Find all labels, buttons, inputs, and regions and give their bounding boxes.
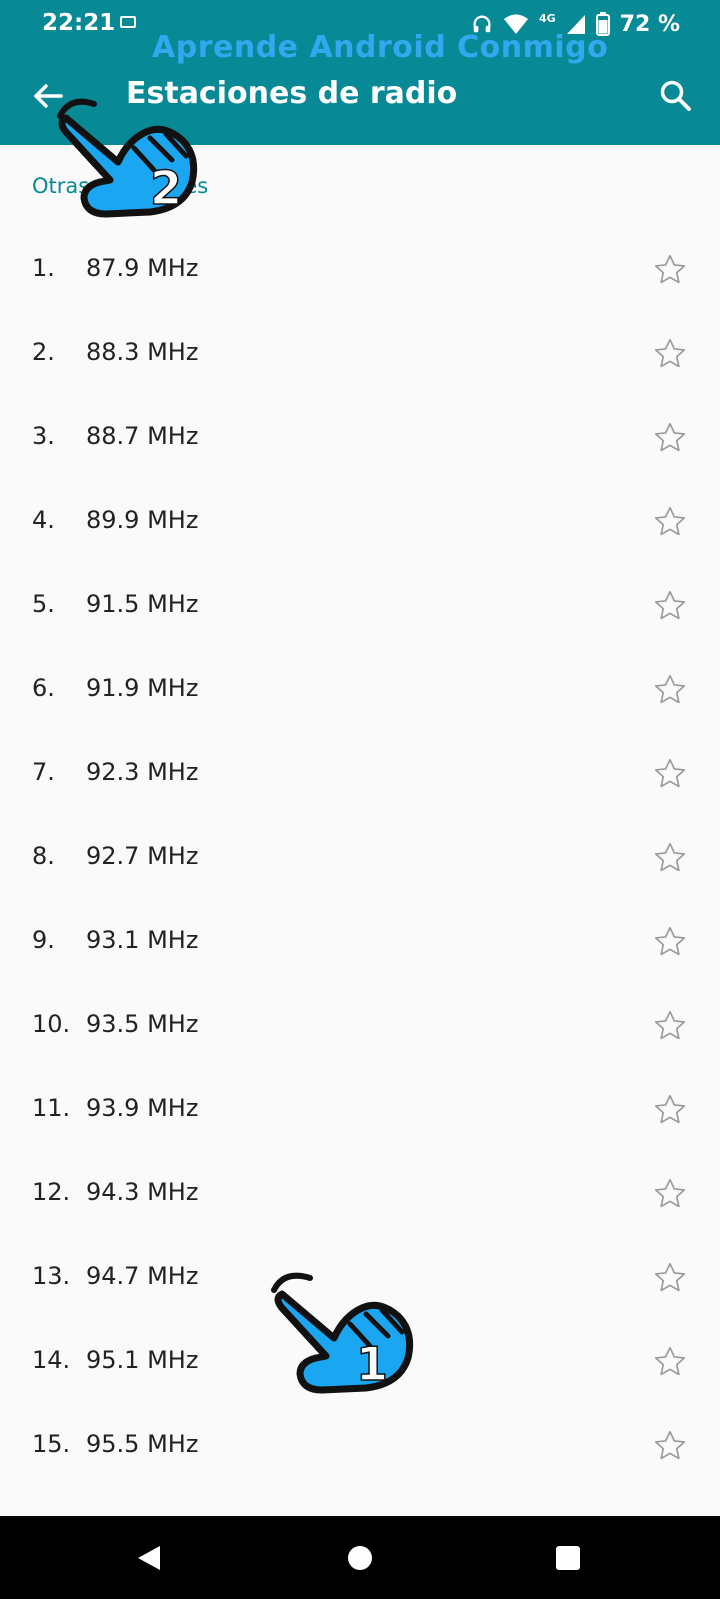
station-row[interactable]: 11. 93.9 MHz [0,1072,720,1156]
station-frequency: 88.7 MHz [86,422,199,450]
station-row[interactable]: 15. 95.5 MHz [0,1408,720,1492]
station-index: 8. [32,842,55,870]
star-outline-icon [654,842,686,872]
station-frequency: 88.3 MHz [86,338,199,366]
station-frequency: 94.3 MHz [86,1178,199,1206]
star-outline-icon [654,1262,686,1292]
station-frequency: 95.5 MHz [86,1430,199,1458]
system-nav-bar [0,1516,720,1599]
favorite-star-button[interactable] [652,1092,688,1128]
station-index: 9. [32,926,55,954]
triangle-back-icon [138,1546,160,1570]
star-outline-icon [654,506,686,536]
favorite-star-button[interactable] [652,1344,688,1380]
station-row[interactable]: 2. 88.3 MHz [0,316,720,400]
station-index: 7. [32,758,55,786]
station-index: 15. [32,1430,71,1458]
station-frequency: 91.9 MHz [86,674,199,702]
station-row[interactable]: 4. 89.9 MHz [0,484,720,568]
favorite-star-button[interactable] [652,1260,688,1296]
favorite-star-button[interactable] [652,840,688,876]
station-index: 12. [32,1178,71,1206]
station-frequency: 93.9 MHz [86,1094,199,1122]
favorite-star-button[interactable] [652,336,688,372]
favorite-star-button[interactable] [652,1008,688,1044]
network-type: 4G [538,11,556,25]
favorite-star-button[interactable] [652,252,688,288]
pointing-hand-annotation-1: 1 [266,1268,426,1413]
station-row[interactable]: 12. 94.3 MHz [0,1156,720,1240]
hand-2-label: 2 [150,161,182,215]
star-outline-icon [654,590,686,620]
station-row[interactable]: 7. 92.3 MHz [0,736,720,820]
star-outline-icon [654,1094,686,1124]
nav-recents-button[interactable] [548,1538,588,1578]
search-button[interactable] [656,76,696,116]
station-frequency: 93.1 MHz [86,926,199,954]
sim-card-icon [120,16,136,28]
star-outline-icon [654,926,686,956]
station-index: 3. [32,422,55,450]
search-icon [660,80,691,111]
watermark-text: Aprende Android Conmigo [152,30,609,65]
station-row[interactable]: 1. 87.9 MHz [0,232,720,316]
station-row[interactable]: 6. 91.9 MHz [0,652,720,736]
star-outline-icon [654,674,686,704]
station-frequency: 92.3 MHz [86,758,199,786]
station-index: 10. [32,1010,71,1038]
circle-home-icon [348,1546,372,1570]
star-outline-icon [654,1430,686,1460]
station-frequency: 89.9 MHz [86,506,199,534]
square-recents-icon [556,1546,580,1570]
status-time: 22:21 [42,10,116,36]
favorite-star-button[interactable] [652,504,688,540]
favorite-star-button[interactable] [652,924,688,960]
star-outline-icon [654,758,686,788]
favorite-star-button[interactable] [652,420,688,456]
station-row[interactable]: 3. 88.7 MHz [0,400,720,484]
station-frequency: 91.5 MHz [86,590,199,618]
star-outline-icon [654,1010,686,1040]
station-frequency: 92.7 MHz [86,842,199,870]
favorite-star-button[interactable] [652,588,688,624]
star-outline-icon [654,338,686,368]
station-row[interactable]: 10. 93.5 MHz [0,988,720,1072]
station-index: 5. [32,590,55,618]
station-index: 1. [32,254,55,282]
favorite-star-button[interactable] [652,1176,688,1212]
star-outline-icon [654,422,686,452]
station-frequency: 87.9 MHz [86,254,199,282]
station-row[interactable]: 8. 92.7 MHz [0,820,720,904]
station-frequency: 93.5 MHz [86,1010,199,1038]
hand-1-label: 1 [356,1337,388,1391]
station-row[interactable]: 5. 91.5 MHz [0,568,720,652]
station-frequency: 95.1 MHz [86,1346,199,1374]
favorite-star-button[interactable] [652,756,688,792]
nav-back-button[interactable] [130,1538,170,1578]
nav-home-button[interactable] [340,1538,380,1578]
station-index: 11. [32,1094,71,1122]
pointing-hand-icon: 1 [271,1272,414,1394]
star-outline-icon [654,254,686,284]
star-outline-icon [654,1346,686,1376]
station-index: 6. [32,674,55,702]
station-row[interactable]: 9. 93.1 MHz [0,904,720,988]
pointing-hand-annotation-2: 2 [46,90,206,235]
battery-level: 72 % [619,11,680,37]
station-index: 13. [32,1262,71,1290]
station-index: 14. [32,1346,71,1374]
pointing-hand-icon: 2 [57,98,198,218]
favorite-star-button[interactable] [652,672,688,708]
station-index: 2. [32,338,55,366]
star-outline-icon [654,1178,686,1208]
station-index: 4. [32,506,55,534]
favorite-star-button[interactable] [652,1428,688,1464]
station-frequency: 94.7 MHz [86,1262,199,1290]
